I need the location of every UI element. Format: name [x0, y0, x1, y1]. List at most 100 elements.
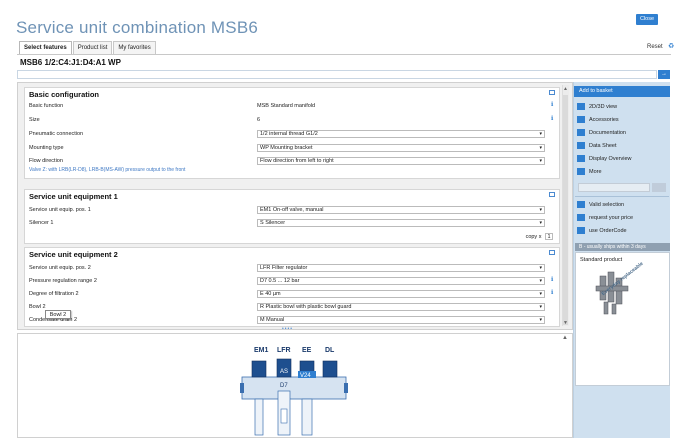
reset-link[interactable]: Reset: [647, 44, 663, 50]
collapse-icon[interactable]: [549, 192, 555, 197]
status-valid-selection: Valid selection: [577, 200, 624, 211]
row-label: Size: [29, 117, 40, 123]
select-value: 1/2 internal thread G1/2: [260, 131, 318, 137]
dropdown-arrow-icon: ▾: [539, 278, 542, 284]
reset-icon[interactable]: ♻: [668, 43, 674, 50]
equip-pos-2-select[interactable]: LFR Filter regulator ▾: [257, 264, 545, 272]
diagram-label: AS: [280, 369, 288, 375]
action-label: 2D/3D view: [589, 104, 618, 110]
tab-my-favorites[interactable]: My favorites: [113, 41, 156, 55]
row-value: MSB Standard manifold: [257, 103, 316, 109]
action-more[interactable]: More: [577, 167, 602, 178]
select-value: M Manual: [260, 317, 285, 323]
scroll-up-icon[interactable]: ▲: [563, 86, 568, 92]
row-label: Bowl 2: [29, 304, 46, 310]
section-title: Basic configuration: [29, 90, 100, 99]
select-value: R Plastic bowl with plastic bowl guard: [260, 304, 352, 310]
manifold-block: [241, 376, 347, 400]
copy-count-input[interactable]: 1: [545, 233, 553, 240]
equip-pos-1-select[interactable]: EM1 On-off valve, manual ▾: [257, 206, 545, 214]
resize-grip-icon[interactable]: ••••: [282, 326, 293, 332]
overview-icon: [577, 155, 585, 163]
copy-control: copy x 1: [526, 233, 553, 240]
panel-search-input[interactable]: [578, 183, 650, 192]
dropdown-arrow-icon: ▾: [539, 265, 542, 271]
action-label: Data Sheet: [589, 143, 617, 149]
action-display-overview[interactable]: Display Overview: [577, 154, 631, 165]
pneumatic-connection-select[interactable]: 1/2 internal thread G1/2 ▾: [257, 130, 545, 138]
module-dl: [322, 360, 338, 378]
select-value: E 40 µm: [260, 291, 281, 297]
apply-code-button[interactable]: →: [658, 70, 670, 79]
row-label: Degree of filtration 2: [29, 291, 79, 297]
row-label: Service unit equip. pos. 2: [29, 265, 91, 271]
select-value: LFR Filter regulator: [260, 265, 308, 271]
info-icon[interactable]: ℹ: [551, 289, 553, 296]
select-value: Flow direction from left to right: [260, 158, 334, 164]
panel-search-button[interactable]: [652, 183, 666, 192]
action-use-ordercode[interactable]: use OrderCode: [577, 226, 627, 237]
info-icon[interactable]: ℹ: [551, 276, 553, 283]
action-data-sheet[interactable]: Data Sheet: [577, 141, 617, 152]
dropdown-arrow-icon: ▾: [539, 317, 542, 323]
dropdown-arrow-icon: ▾: [539, 158, 542, 164]
action-accessories[interactable]: Accessories: [577, 115, 619, 126]
diagram-label: V24: [300, 373, 311, 379]
condensate-drain-select[interactable]: M Manual ▾: [257, 316, 545, 324]
copy-x: x: [538, 234, 542, 240]
ordercode-icon: [577, 227, 585, 235]
select-value: D7 0.5 ... 12 bar: [260, 278, 300, 284]
action-request-price[interactable]: request your price: [577, 213, 633, 224]
action-documentation[interactable]: Documentation: [577, 128, 626, 139]
tooltip: Bowl 2: [45, 310, 71, 319]
collapse-icon[interactable]: [549, 90, 555, 95]
select-value: S Silencer: [260, 220, 286, 226]
bracket-right: [344, 383, 348, 393]
pressure-range-select[interactable]: D7 0.5 ... 12 bar ▾: [257, 277, 545, 285]
scroll-thumb[interactable]: [563, 95, 568, 325]
info-icon[interactable]: ℹ: [551, 115, 553, 122]
collapse-icon[interactable]: [549, 250, 555, 255]
dropdown-arrow-icon: ▾: [539, 145, 542, 151]
valve-em1: [251, 360, 267, 378]
action-label: use OrderCode: [589, 228, 627, 234]
select-value: EM1 On-off valve, manual: [260, 207, 324, 213]
mounting-type-select[interactable]: WP Mounting bracket ▾: [257, 144, 545, 152]
dropdown-arrow-icon: ▾: [539, 131, 542, 137]
tab-select-features[interactable]: Select features: [19, 41, 72, 55]
order-code: MSB6 1/2:C4:J1:D4:A1 WP: [20, 58, 121, 67]
row-label: Mounting type: [29, 145, 64, 151]
action-label: Display Overview: [589, 156, 632, 162]
more-icon: [577, 168, 585, 176]
flow-direction-select[interactable]: Flow direction from left to right ▾: [257, 157, 545, 165]
module-label: EM1: [254, 347, 269, 354]
scroll-down-icon[interactable]: ▼: [563, 320, 568, 326]
preview-scroll-up-icon[interactable]: ▲: [562, 335, 568, 341]
tab-bar: Select features Product list My favorite…: [19, 41, 157, 55]
filtration-select[interactable]: E 40 µm ▾: [257, 290, 545, 298]
code-input[interactable]: [17, 70, 657, 79]
add-to-basket-button[interactable]: Add to basket: [574, 86, 670, 97]
thumb-part: [603, 301, 609, 315]
service-unit-diagram: V24 AS D7: [240, 358, 348, 436]
module-label: DL: [325, 347, 335, 354]
section-equipment-1: Service unit equipment 1 Service unit eq…: [24, 189, 560, 244]
module-body: [301, 398, 313, 436]
close-button[interactable]: Close: [636, 14, 658, 25]
bowl-window: [280, 408, 288, 424]
section-equipment-2: Service unit equipment 2 Service unit eq…: [24, 247, 560, 327]
tab-divider: [17, 54, 671, 55]
row-label: Pneumatic connection: [29, 131, 84, 137]
dropdown-arrow-icon: ▾: [539, 207, 542, 213]
bowl-select[interactable]: R Plastic bowl with plastic bowl guard ▾: [257, 303, 545, 311]
action-2d3d-view[interactable]: 2D/3D view: [577, 102, 617, 113]
row-label: Basic function: [29, 103, 64, 109]
row-value: 6: [257, 117, 261, 123]
price-icon: [577, 214, 585, 222]
copy-label[interactable]: copy: [526, 234, 538, 240]
silencer-1-select[interactable]: S Silencer ▾: [257, 219, 545, 227]
row-label: Pressure regulation range 2: [29, 278, 97, 284]
tab-product-list[interactable]: Product list: [72, 41, 113, 55]
info-icon[interactable]: ℹ: [551, 101, 553, 108]
section-title: Service unit equipment 2: [29, 250, 118, 259]
